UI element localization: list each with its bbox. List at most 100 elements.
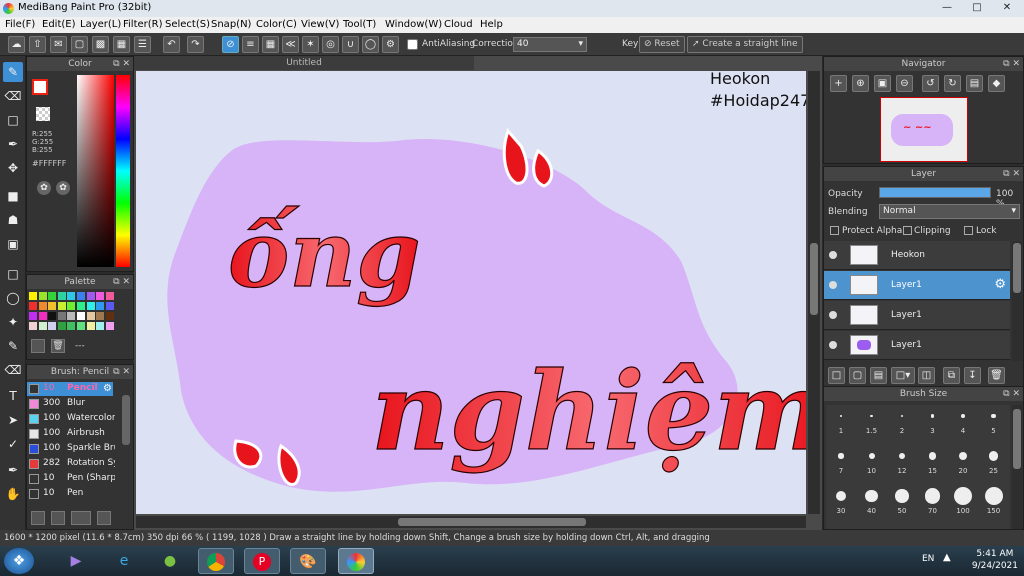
brush-size-cell[interactable]: 3 [918, 405, 948, 443]
undo-icon[interactable]: ↶ [163, 36, 180, 53]
minimize-button[interactable]: — [932, 0, 962, 17]
close-button[interactable]: ✕ [992, 0, 1022, 17]
reset-button[interactable]: ⊘ Reset [639, 36, 685, 53]
palette-swatch[interactable] [57, 292, 66, 300]
palette-swatch[interactable] [38, 312, 47, 320]
protect-alpha-checkbox[interactable] [830, 226, 839, 235]
panel-close-icon[interactable]: ⧉ ✕ [113, 57, 130, 71]
brush-settings-icon[interactable] [97, 511, 111, 525]
rotate-left-icon[interactable]: ↺ [922, 75, 939, 92]
snap-settings-icon[interactable]: ⚙ [382, 36, 399, 53]
straight-line-button[interactable]: ➚ Create a straight line [687, 36, 803, 53]
palette-swatch[interactable] [77, 322, 85, 330]
blending-select[interactable]: Normal ▾ [879, 204, 1020, 219]
palette-swatch[interactable] [38, 292, 47, 300]
snap-ellipse-icon[interactable]: ◯ [362, 36, 379, 53]
brush-size-cell[interactable]: 50 [887, 485, 917, 523]
brush-item[interactable]: 300 Blur [27, 397, 113, 411]
brush-tool-icon[interactable]: ✎ [3, 62, 23, 82]
maximize-button[interactable]: □ [962, 0, 992, 17]
brush-size-cell[interactable]: 30 [826, 485, 856, 523]
panel-close-icon[interactable]: ⧉ ✕ [113, 275, 130, 289]
vertical-scrollbar[interactable] [808, 71, 820, 514]
brush-size-cell[interactable]: 40 [857, 485, 887, 523]
palette-swatch[interactable] [48, 322, 57, 330]
zoom-in-icon[interactable]: + [830, 75, 847, 92]
palette-swatch[interactable] [48, 302, 57, 310]
layer-scrollbar[interactable] [1012, 241, 1022, 361]
brush-size-cell[interactable]: 5 [979, 405, 1009, 443]
palette-swatch[interactable] [67, 302, 76, 310]
reset-view-icon[interactable]: ◆ [988, 75, 1005, 92]
add-page-icon[interactable] [31, 339, 45, 353]
snap-circle-icon[interactable]: ◎ [322, 36, 339, 53]
chrome-icon[interactable] [198, 548, 234, 574]
palette-swatch[interactable] [48, 312, 57, 320]
bucket-tool-icon[interactable]: ☗ [3, 210, 23, 230]
magic-wand-icon[interactable]: ✦ [3, 312, 23, 332]
brush-size-cell[interactable]: 10 [857, 445, 887, 483]
comment-icon[interactable]: ✉ [50, 36, 67, 53]
brush-size-cell[interactable]: 1.5 [857, 405, 887, 443]
zoom-out-icon[interactable]: ⊖ [896, 75, 913, 92]
visibility-eye-icon[interactable] [829, 281, 837, 289]
hue-slider[interactable] [116, 75, 130, 267]
new-8bit-layer-icon[interactable]: ▤ [870, 367, 887, 384]
panel-close-icon[interactable]: ⧉ ✕ [1003, 167, 1020, 181]
cloud-icon[interactable]: ☁ [8, 36, 25, 53]
color-wheel-icon[interactable]: ✿ [56, 181, 70, 195]
merge-layer-icon[interactable]: ↧ [964, 367, 981, 384]
palette-swatch[interactable] [29, 312, 37, 320]
layer-row[interactable]: Layer1 [824, 301, 1010, 330]
redo-icon[interactable]: ↷ [187, 36, 204, 53]
palette-swatch[interactable] [57, 312, 66, 320]
select-rect-icon[interactable]: □ [3, 264, 23, 284]
add-brush-icon[interactable] [31, 511, 45, 525]
visibility-eye-icon[interactable] [829, 341, 837, 349]
flip-icon[interactable]: ▤ [966, 75, 983, 92]
palette-swatch[interactable] [86, 302, 95, 310]
palette-swatch[interactable] [105, 322, 114, 330]
visibility-eye-icon[interactable] [829, 311, 837, 319]
panel-close-icon[interactable]: ⧉ ✕ [1003, 387, 1020, 401]
vertical-scroll-thumb[interactable] [810, 243, 818, 315]
tray-chevron-icon[interactable]: ▲ [943, 552, 951, 563]
correction-select[interactable]: 40 ▾ [513, 37, 587, 52]
palette-swatch[interactable] [67, 292, 76, 300]
internet-explorer-icon[interactable]: e [106, 548, 142, 574]
foreground-color[interactable] [32, 79, 48, 95]
fit-icon[interactable]: ▣ [874, 75, 891, 92]
layer-row[interactable]: Layer1 ⚙ [824, 271, 1010, 300]
palette-swatch[interactable] [96, 322, 105, 330]
brush-item[interactable]: 100 Airbrush [27, 427, 113, 441]
palette-swatch[interactable] [96, 302, 105, 310]
palette-swatch[interactable] [77, 292, 85, 300]
snap-curve-icon[interactable]: ∪ [342, 36, 359, 53]
move-tool-icon[interactable]: ✥ [3, 158, 23, 178]
brush-item[interactable]: 100 Sparkle Brush [27, 442, 115, 456]
menu-tool[interactable]: Tool(T) [343, 19, 376, 30]
eyedropper-icon[interactable]: ✓ [3, 434, 23, 454]
snap-cross-icon[interactable]: ▦ [262, 36, 279, 53]
palette-swatch[interactable] [57, 322, 66, 330]
eraser-tool-icon[interactable]: ⌫ [3, 86, 23, 106]
layer-settings-gear-icon[interactable]: ⚙ [994, 277, 1006, 292]
menu-help[interactable]: Help [480, 19, 503, 30]
palette-swatch[interactable] [29, 292, 37, 300]
brush-size-cell[interactable]: 15 [918, 445, 948, 483]
brush-item[interactable]: 10 Pen (Sharp) [27, 472, 115, 486]
gradient-tool-icon[interactable]: ▣ [3, 234, 23, 254]
lasso-icon[interactable]: ◯ [3, 288, 23, 308]
palette-swatch[interactable] [96, 292, 105, 300]
palette-swatch[interactable] [77, 312, 85, 320]
brush-size-cell[interactable]: 4 [948, 405, 978, 443]
snap-off-icon[interactable]: ⊘ [222, 36, 239, 53]
list-icon[interactable]: ☰ [134, 36, 151, 53]
saturation-value-picker[interactable] [77, 75, 114, 267]
snap-parallel-icon[interactable]: ≡ [242, 36, 259, 53]
brush-item[interactable]: 282 Rotation Sym [27, 457, 115, 471]
panel-close-icon[interactable]: ⧉ ✕ [113, 365, 130, 379]
brush-size-cell[interactable]: 7 [826, 445, 856, 483]
brush-item[interactable]: 100 Watercolor [27, 412, 115, 426]
palette-swatch[interactable] [86, 322, 95, 330]
